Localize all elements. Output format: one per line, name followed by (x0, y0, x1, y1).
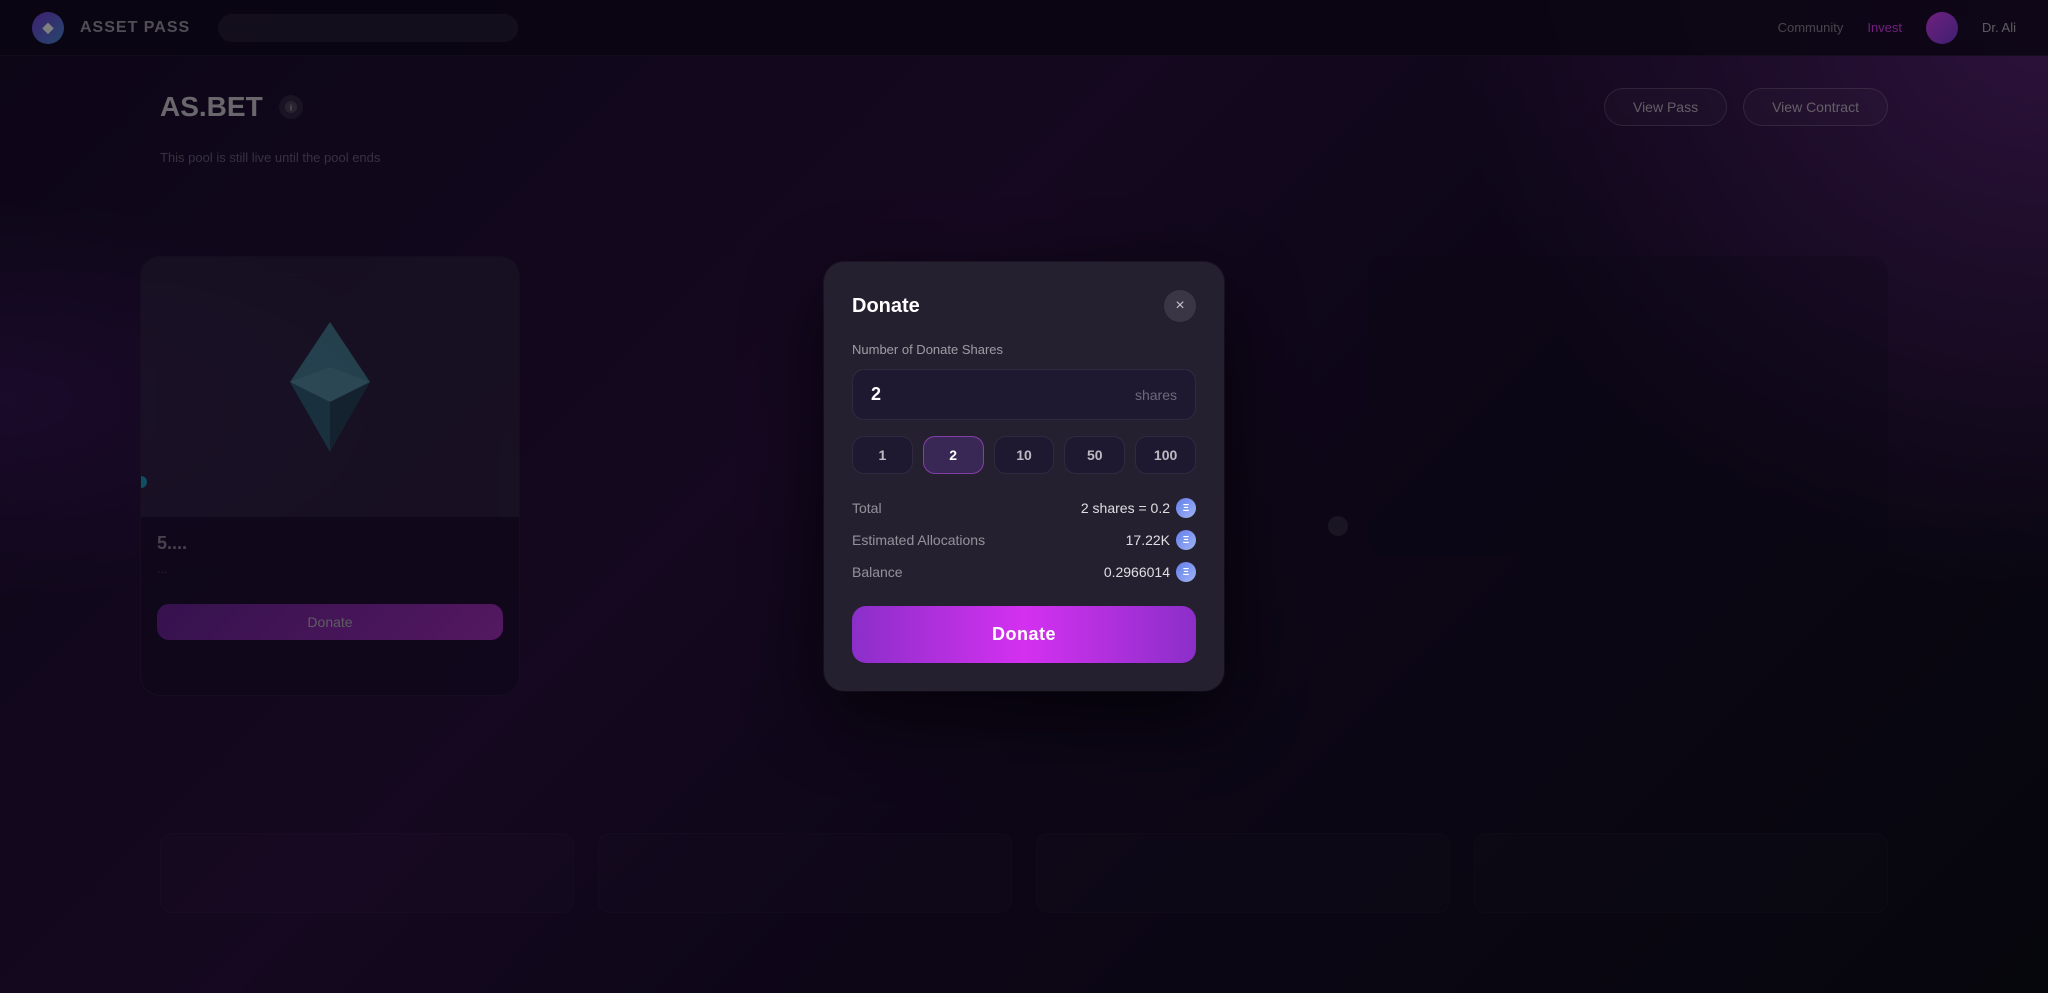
donate-button[interactable]: Donate (852, 606, 1196, 663)
shares-label: Number of Donate Shares (852, 342, 1196, 357)
balance-label: Balance (852, 564, 903, 580)
quick-btn-100[interactable]: 100 (1135, 436, 1196, 474)
modal-header: Donate × (852, 290, 1196, 322)
quick-btn-2[interactable]: 2 (923, 436, 984, 474)
eth-icon-estimated: Ξ (1176, 530, 1196, 550)
balance-value: 0.2966014 Ξ (1104, 562, 1196, 582)
shares-input[interactable] (871, 384, 1135, 405)
estimated-label: Estimated Allocations (852, 532, 985, 548)
quick-btn-10[interactable]: 10 (994, 436, 1055, 474)
stat-row-total: Total 2 shares = 0.2 Ξ (852, 498, 1196, 518)
estimated-value-text: 17.22K (1126, 532, 1170, 548)
total-label: Total (852, 500, 882, 516)
stat-row-estimated: Estimated Allocations 17.22K Ξ (852, 530, 1196, 550)
balance-value-text: 0.2966014 (1104, 564, 1170, 580)
eth-icon-balance: Ξ (1176, 562, 1196, 582)
modal-overlay: Donate × Number of Donate Shares shares … (0, 0, 2048, 993)
total-value: 2 shares = 0.2 Ξ (1081, 498, 1196, 518)
stats-section: Total 2 shares = 0.2 Ξ Estimated Allocat… (852, 498, 1196, 582)
modal-close-button[interactable]: × (1164, 290, 1196, 322)
modal-title: Donate (852, 295, 920, 318)
estimated-value: 17.22K Ξ (1126, 530, 1196, 550)
quick-btn-1[interactable]: 1 (852, 436, 913, 474)
shares-unit: shares (1135, 387, 1177, 403)
eth-icon-total: Ξ (1176, 498, 1196, 518)
total-value-text: 2 shares = 0.2 (1081, 500, 1170, 516)
shares-input-wrap[interactable]: shares (852, 369, 1196, 420)
quick-select-group: 1 2 10 50 100 (852, 436, 1196, 474)
stat-row-balance: Balance 0.2966014 Ξ (852, 562, 1196, 582)
donate-modal: Donate × Number of Donate Shares shares … (824, 262, 1224, 691)
quick-btn-50[interactable]: 50 (1064, 436, 1125, 474)
